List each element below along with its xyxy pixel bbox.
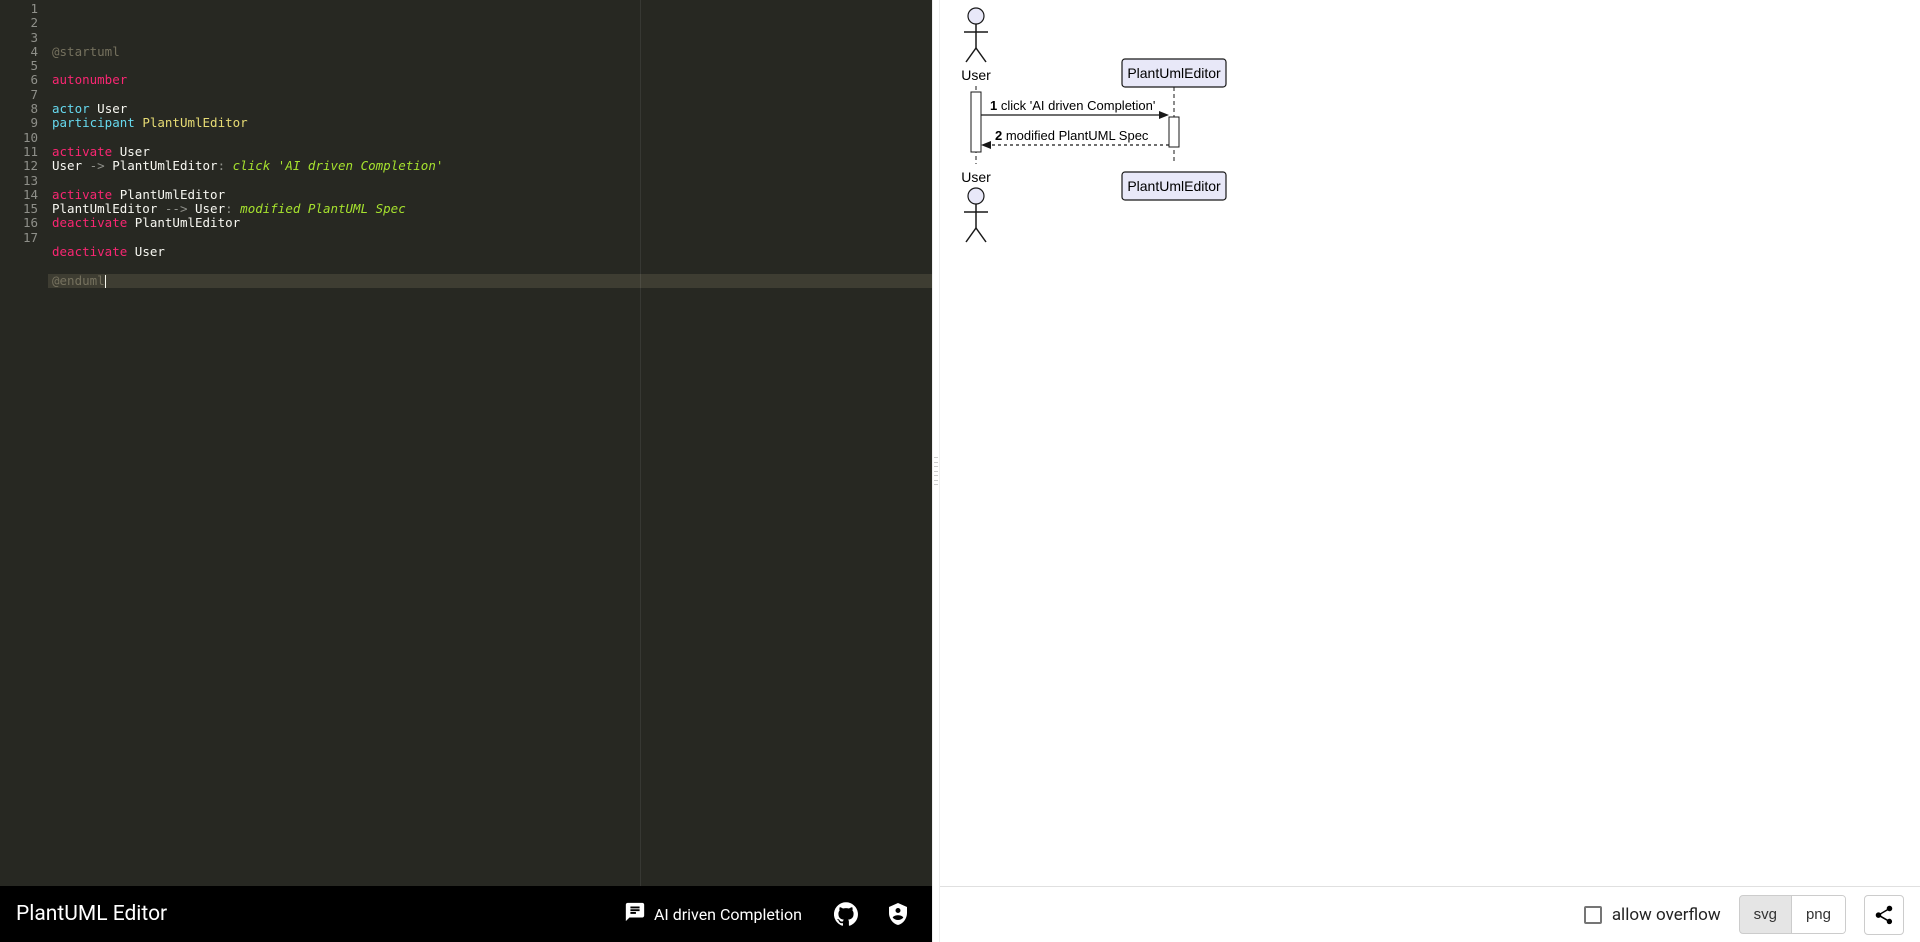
code-line[interactable]: [48, 88, 932, 102]
code-line[interactable]: activate PlantUmlEditor: [48, 188, 932, 202]
checkbox-icon: [1584, 906, 1602, 924]
format-toggle: svg png: [1739, 895, 1846, 934]
code-line[interactable]: [48, 174, 932, 188]
code-line[interactable]: deactivate User: [48, 245, 932, 259]
preview-toolbar: allow overflow svg png: [940, 886, 1920, 942]
code-line[interactable]: deactivate PlantUmlEditor: [48, 216, 932, 230]
line-number: 9: [0, 116, 38, 130]
sequence-diagram: User PlantUmlEditor 1 click 'AI driven C…: [946, 4, 1246, 254]
ai-completion-label: AI driven Completion: [654, 905, 802, 924]
line-number-gutter: 1234567891011121314151617: [0, 0, 48, 886]
allow-overflow-label: allow overflow: [1612, 905, 1721, 925]
editor-toolbar: PlantUML Editor AI driven Completion: [0, 886, 932, 942]
participant-label-bottom: PlantUmlEditor: [1127, 178, 1221, 194]
code-line[interactable]: activate User: [48, 145, 932, 159]
line-number: 11: [0, 145, 38, 159]
ai-completion-button[interactable]: AI driven Completion: [614, 895, 812, 933]
format-png-button[interactable]: png: [1791, 896, 1845, 933]
line-number: 7: [0, 88, 38, 102]
actor-label-top: User: [961, 67, 991, 83]
participant-label-top: PlantUmlEditor: [1127, 65, 1221, 81]
code-line[interactable]: participant PlantUmlEditor: [48, 116, 932, 130]
code-line[interactable]: @enduml: [48, 274, 932, 288]
actor-user-bottom: User: [961, 169, 991, 242]
message-2: 2 modified PlantUML Spec: [995, 128, 1149, 143]
text-cursor: [105, 275, 106, 288]
line-number: 10: [0, 131, 38, 145]
code-line[interactable]: [48, 231, 932, 245]
code-area[interactable]: @startuml autonumber actor Userparticipant…: [48, 0, 932, 886]
line-number: 13: [0, 174, 38, 188]
line-number: 4: [0, 45, 38, 59]
code-line[interactable]: User -> PlantUmlEditor: click 'AI driven…: [48, 159, 932, 173]
splitter-grip-icon: [934, 457, 938, 485]
line-number: 17: [0, 231, 38, 245]
privacy-button[interactable]: [880, 896, 916, 932]
pane-splitter[interactable]: [932, 0, 940, 942]
diagram-preview[interactable]: User PlantUmlEditor 1 click 'AI driven C…: [940, 0, 1920, 886]
line-number: 6: [0, 73, 38, 87]
code-editor[interactable]: 1234567891011121314151617 @startumlauton…: [0, 0, 932, 886]
share-icon: [1873, 904, 1895, 926]
chat-icon: [624, 901, 646, 927]
line-number: 2: [0, 16, 38, 30]
participant-top: PlantUmlEditor: [1122, 59, 1226, 87]
editor-pane: 1234567891011121314151617 @startumlauton…: [0, 0, 932, 942]
line-number: 5: [0, 59, 38, 73]
app-title: PlantUML Editor: [16, 902, 598, 926]
allow-overflow-checkbox[interactable]: allow overflow: [1584, 905, 1721, 925]
actor-label-bottom: User: [961, 169, 991, 185]
code-line[interactable]: [48, 259, 932, 273]
line-number: 1: [0, 2, 38, 16]
code-line[interactable]: [48, 131, 932, 145]
participant-bottom: PlantUmlEditor: [1122, 172, 1226, 200]
line-number: 8: [0, 102, 38, 116]
code-line[interactable]: @startuml: [48, 45, 932, 59]
line-number: 12: [0, 159, 38, 173]
editor-ruler: [640, 0, 641, 886]
share-button[interactable]: [1864, 895, 1904, 935]
github-link[interactable]: [828, 896, 864, 932]
line-number: 3: [0, 31, 38, 45]
code-line[interactable]: autonumber: [48, 73, 932, 87]
code-line[interactable]: actor User: [48, 102, 932, 116]
preview-pane: User PlantUmlEditor 1 click 'AI driven C…: [940, 0, 1920, 942]
actor-user-top: User: [961, 8, 991, 83]
code-line[interactable]: PlantUmlEditor --> User: modified PlantU…: [48, 202, 932, 216]
line-number: 15: [0, 202, 38, 216]
line-number: 14: [0, 188, 38, 202]
line-number: 16: [0, 216, 38, 230]
message-1: 1 click 'AI driven Completion': [990, 98, 1155, 113]
code-line[interactable]: [48, 59, 932, 73]
format-svg-button[interactable]: svg: [1740, 896, 1791, 933]
